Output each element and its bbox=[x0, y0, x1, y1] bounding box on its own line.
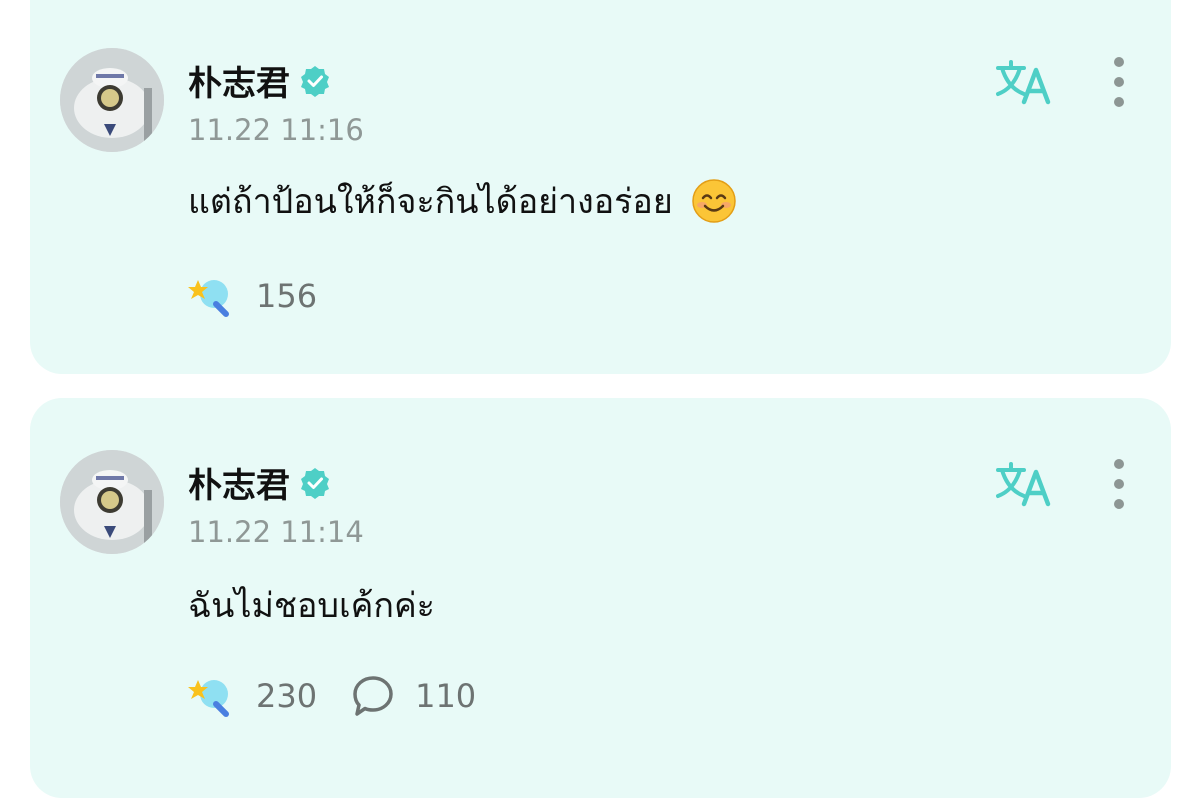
translate-icon[interactable] bbox=[994, 458, 1054, 508]
more-vertical-icon[interactable] bbox=[1104, 457, 1134, 511]
post-actions: 230 110 bbox=[186, 674, 476, 718]
post-content: แต่ถ้าป้อนให้ก็จะกินได้อย่างอร่อย bbox=[188, 174, 737, 228]
star-wand-icon[interactable] bbox=[186, 674, 236, 718]
like-count: 230 bbox=[256, 677, 318, 715]
post-text: แต่ถ้าป้อนให้ก็จะกินได้อย่างอร่อย bbox=[188, 182, 673, 222]
verified-badge-icon bbox=[301, 467, 329, 499]
star-wand-icon[interactable] bbox=[186, 274, 236, 318]
verified-badge-icon bbox=[301, 65, 329, 97]
avatar-image bbox=[60, 450, 164, 554]
post-actions: 156 bbox=[186, 274, 317, 318]
like-count: 156 bbox=[256, 277, 318, 315]
avatar-image bbox=[60, 48, 164, 152]
comment-count: 110 bbox=[415, 677, 477, 715]
post-text: ฉันไม่ชอบเค้กค่ะ bbox=[188, 586, 435, 626]
author-row: 朴志君 bbox=[188, 458, 332, 507]
post-card[interactable]: 朴志君 11.22 11:14 ฉันไม่ชอบเค้กค่ะ 230 110 bbox=[30, 398, 1171, 798]
author-name[interactable]: 朴志君 bbox=[188, 458, 290, 507]
avatar[interactable] bbox=[60, 450, 164, 554]
post-timestamp: 11.22 11:14 bbox=[188, 515, 364, 549]
post-content: ฉันไม่ชอบเค้กค่ะ bbox=[188, 578, 435, 632]
author-row: 朴志君 bbox=[188, 56, 332, 105]
post-card[interactable]: 朴志君 11.22 11:16 แต่ถ้าป้อนให้ก็จะกินได้อ… bbox=[30, 0, 1171, 374]
comment-bubble-icon[interactable] bbox=[351, 674, 395, 718]
post-timestamp: 11.22 11:16 bbox=[188, 113, 364, 147]
avatar[interactable] bbox=[60, 48, 164, 152]
translate-icon[interactable] bbox=[994, 56, 1054, 106]
more-vertical-icon[interactable] bbox=[1104, 55, 1134, 109]
author-name[interactable]: 朴志君 bbox=[188, 56, 290, 105]
smiling-face-icon bbox=[692, 179, 736, 223]
